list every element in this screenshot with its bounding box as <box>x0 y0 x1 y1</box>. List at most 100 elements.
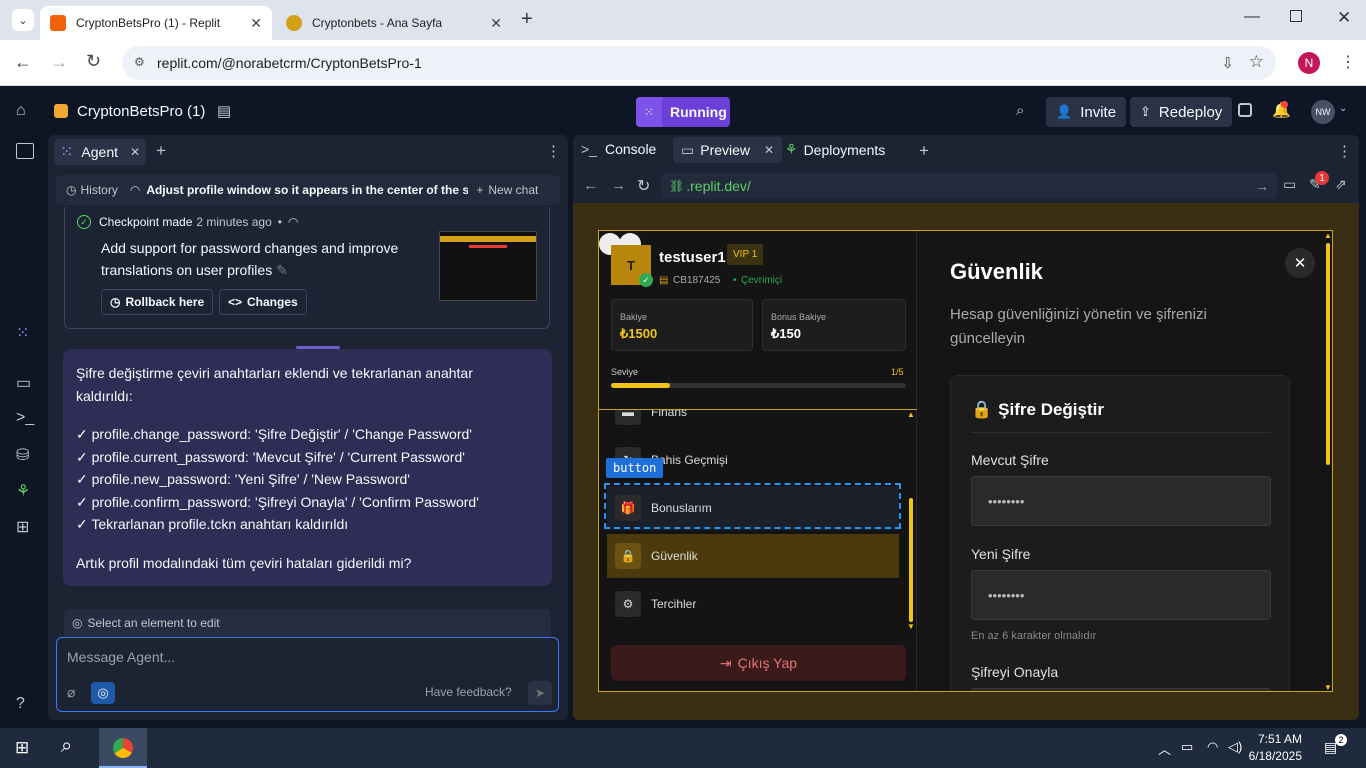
speed-icon: ◠ <box>287 215 299 229</box>
chevron-up-icon[interactable]: ︿ <box>1158 739 1171 758</box>
tab-console[interactable]: >_ Console <box>581 141 656 157</box>
back-icon[interactable]: ← <box>14 52 32 73</box>
tab-search-icon[interactable]: ⌄ <box>12 9 34 31</box>
database-icon[interactable]: ⛁ <box>16 445 29 465</box>
project-name[interactable]: CryptonBetsPro (1) <box>77 103 205 120</box>
history-button[interactable]: History <box>80 183 117 197</box>
inspector-highlight <box>604 483 901 529</box>
changes-button[interactable]: <> Changes <box>219 289 307 315</box>
close-modal-button[interactable]: ✕ <box>1285 248 1315 278</box>
preview-url-input[interactable]: ⛓ .replit.dev/ → <box>661 173 1277 199</box>
scroll-down-icon[interactable]: ▼ <box>907 622 915 631</box>
menu-scrollbar[interactable] <box>909 498 913 622</box>
clock-time[interactable]: 7:51 AM <box>1256 732 1302 746</box>
notification-badge: 1 <box>1315 171 1329 185</box>
file-tree-icon[interactable] <box>16 143 34 159</box>
element-select-icon[interactable]: ◎ <box>91 682 115 704</box>
new-tab-icon[interactable]: + <box>156 141 166 161</box>
tab-deployments[interactable]: ⚘ Deployments <box>785 141 885 158</box>
console-icon[interactable]: >_ <box>16 409 34 427</box>
close-icon[interactable]: ✕ <box>250 15 262 32</box>
message-input[interactable]: Message Agent... ⌀ ◎ Have feedback? ➤ <box>56 637 559 712</box>
home-icon[interactable]: ⌂ <box>16 102 26 120</box>
close-icon[interactable]: ✕ <box>130 145 140 159</box>
site-settings-icon[interactable]: ⚙ <box>134 55 145 69</box>
profile-avatar[interactable]: N <box>1298 52 1320 74</box>
wallet-icon: ▬ <box>615 410 641 425</box>
browser-tab-replit[interactable]: CryptonBetsPro (1) - Replit ✕ <box>40 6 272 40</box>
all-tools-icon[interactable]: ⊞ <box>16 517 29 537</box>
add-user-icon: 👤 <box>1056 104 1073 119</box>
invite-button[interactable]: 👤 Invite <box>1046 97 1127 127</box>
panel-menu-icon[interactable]: ⋮ <box>1337 142 1352 160</box>
search-icon[interactable]: ⌕ <box>61 735 72 758</box>
target-icon: ◎ <box>72 616 83 630</box>
logout-button[interactable]: ⇥ Çıkış Yap <box>611 645 906 681</box>
close-icon[interactable]: ✕ <box>490 15 502 32</box>
edit-pencil-icon[interactable]: ✎ <box>276 262 288 278</box>
deployments-icon[interactable]: ⚘ <box>16 481 30 501</box>
files-icon[interactable]: ▤ <box>217 102 231 120</box>
deployments-icon: ⚘ <box>785 141 798 157</box>
chevron-down-icon[interactable]: ⌄ <box>1339 103 1347 114</box>
reload-icon[interactable]: ↻ <box>86 51 101 72</box>
balance-card: Bakiye ₺1500 <box>611 299 753 351</box>
new-chat-button[interactable]: New chat <box>488 183 538 197</box>
search-icon[interactable]: ⌕ <box>1016 102 1024 119</box>
confirm-password-field[interactable] <box>971 688 1271 691</box>
balance-value: ₺1500 <box>620 326 658 341</box>
open-new-window-icon[interactable]: ⇗ <box>1335 176 1347 193</box>
battery-icon[interactable]: ▭ <box>1181 739 1193 755</box>
project-icon <box>54 104 68 118</box>
multiplayer-icon[interactable] <box>1238 103 1252 117</box>
agent-tab[interactable]: ⁙ Agent ✕ <box>54 139 146 165</box>
browser-tab-cryptonbets[interactable]: Cryptonbets - Ana Sayfa ✕ <box>276 6 512 40</box>
scroll-down-icon[interactable]: ▼ <box>1324 683 1332 691</box>
address-bar[interactable]: ⚙ replit.com/@norabetcrm/CryptonBetsPro-… <box>122 46 1276 80</box>
menu-item-finans[interactable]: ▬ Finans <box>607 410 899 434</box>
window-close-icon[interactable]: ✕ <box>1337 8 1351 28</box>
back-icon[interactable]: ← <box>583 177 598 194</box>
forward-icon[interactable]: → <box>611 177 626 194</box>
select-element-bar[interactable]: ◎ Select an element to edit <box>64 609 551 637</box>
bookmark-star-icon[interactable]: ☆ <box>1249 52 1264 72</box>
chat-title-icon: ◠ <box>129 183 141 197</box>
minimize-icon[interactable]: — <box>1244 8 1260 26</box>
menu-kebab-icon[interactable]: ⋮ <box>1340 52 1356 72</box>
panel-scrollbar[interactable] <box>1326 243 1330 465</box>
reload-icon[interactable]: ↻ <box>637 176 650 196</box>
scroll-up-icon[interactable]: ▲ <box>907 410 915 419</box>
history-icon[interactable]: ◷ <box>66 183 76 197</box>
volume-icon[interactable]: ◁) <box>1228 739 1242 755</box>
current-password-field[interactable]: •••••••• <box>971 476 1271 526</box>
wifi-icon[interactable]: ◠ <box>1207 739 1218 755</box>
run-status-button[interactable]: ⁙ Running <box>636 97 730 127</box>
help-icon[interactable]: ? <box>16 695 25 713</box>
feedback-link[interactable]: Have feedback? <box>425 685 512 699</box>
preview-icon[interactable]: ▭ <box>16 373 31 393</box>
new-tab-icon[interactable]: + <box>521 8 533 31</box>
menu-item-tercihler[interactable]: ⚙ Tercihler <box>607 582 899 626</box>
checkpoint-thumbnail[interactable] <box>439 231 537 301</box>
tab-preview[interactable]: ▭ Preview ✕ <box>673 137 783 163</box>
redeploy-button[interactable]: ⇪ Redeploy <box>1130 97 1233 127</box>
new-tab-icon[interactable]: + <box>919 141 929 161</box>
user-avatar[interactable]: NW <box>1311 100 1335 124</box>
device-icon[interactable]: ▭ <box>1283 176 1296 193</box>
chrome-taskbar-button[interactable] <box>99 728 147 768</box>
forward-icon[interactable]: → <box>50 52 68 73</box>
scroll-up-icon[interactable]: ▲ <box>1324 231 1332 240</box>
menu-item-guvenlik[interactable]: 🔒 Güvenlik <box>607 534 899 578</box>
new-password-field[interactable]: •••••••• <box>971 570 1271 620</box>
send-icon[interactable]: ➤ <box>528 681 552 705</box>
install-icon[interactable]: ⇩ <box>1221 54 1234 72</box>
restore-icon[interactable] <box>1290 10 1302 22</box>
windows-start-icon[interactable]: ⊞ <box>15 738 29 758</box>
attach-icon[interactable]: ⌀ <box>67 684 75 701</box>
agent-icon[interactable]: ⁙ <box>16 323 29 343</box>
clock-date[interactable]: 6/18/2025 <box>1248 749 1302 763</box>
panel-menu-icon[interactable]: ⋮ <box>546 142 561 160</box>
close-icon[interactable]: ✕ <box>764 143 774 157</box>
go-arrow-icon[interactable]: → <box>1255 178 1269 194</box>
rollback-button[interactable]: ◷ Rollback here <box>101 289 214 315</box>
